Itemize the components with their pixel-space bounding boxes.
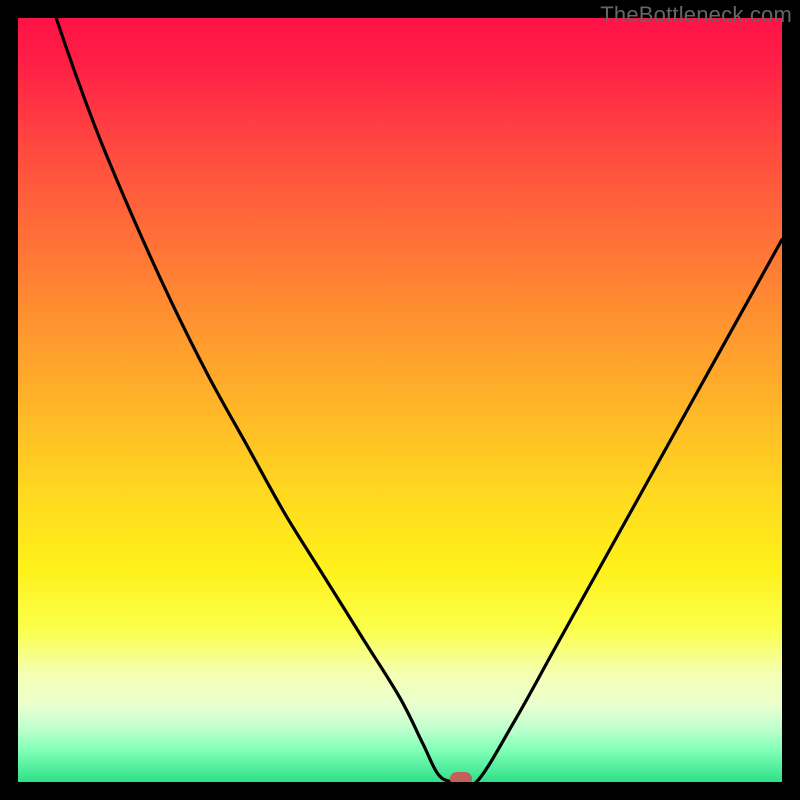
plot-area (18, 18, 782, 782)
bottleneck-curve (18, 18, 782, 782)
optimum-marker (450, 772, 472, 782)
chart-frame: TheBottleneck.com (0, 0, 800, 800)
watermark-text: TheBottleneck.com (600, 2, 792, 28)
